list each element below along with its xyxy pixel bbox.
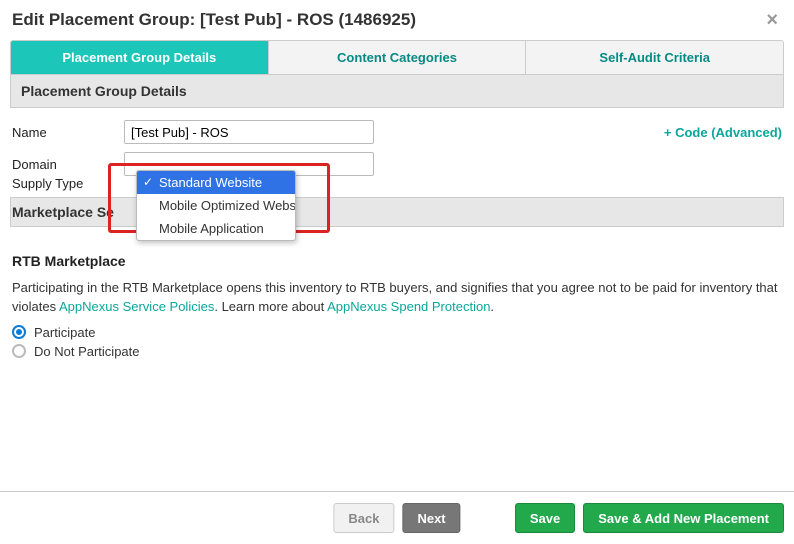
modal-title: Edit Placement Group: [Test Pub] - ROS (… — [12, 10, 416, 30]
rtb-text3: . — [490, 299, 494, 314]
domain-label: Domain — [12, 157, 124, 172]
radio-row-no-participate[interactable]: Do Not Participate — [12, 344, 782, 359]
row-name: Name + Code (Advanced) — [12, 120, 782, 144]
modal-container: Edit Placement Group: [Test Pub] - ROS (… — [0, 0, 794, 176]
footer-center-buttons: Back Next — [333, 503, 460, 533]
next-button[interactable]: Next — [402, 503, 460, 533]
code-advanced-link[interactable]: + Code (Advanced) — [664, 125, 782, 140]
dropdown-opt-mobile-optimized[interactable]: Mobile Optimized Website — [137, 194, 295, 217]
rtb-description: Participating in the RTB Marketplace ope… — [12, 279, 782, 317]
radio-no-participate[interactable] — [12, 344, 26, 358]
tab-content-categories[interactable]: Content Categories — [269, 41, 527, 74]
rtb-heading: RTB Marketplace — [12, 253, 782, 269]
radio-participate-label: Participate — [34, 325, 95, 340]
marketplace-bar — [10, 197, 784, 227]
back-button[interactable]: Back — [333, 503, 394, 533]
section-heading: Placement Group Details — [10, 75, 784, 108]
link-spend-protection[interactable]: AppNexus Spend Protection — [327, 299, 490, 314]
radio-row-participate[interactable]: Participate — [12, 325, 782, 340]
footer: Back Next Save Save & Add New Placement — [0, 492, 794, 544]
save-add-button[interactable]: Save & Add New Placement — [583, 503, 784, 533]
rtb-text2: . Learn more about — [214, 299, 327, 314]
supply-type-dropdown[interactable]: Standard Website Mobile Optimized Websit… — [136, 170, 296, 241]
name-input[interactable] — [124, 120, 374, 144]
dropdown-opt-mobile-application[interactable]: Mobile Application — [137, 217, 295, 240]
dropdown-opt-standard-website[interactable]: Standard Website — [137, 171, 295, 194]
supply-type-label: Supply Type — [12, 176, 83, 191]
save-button[interactable]: Save — [515, 503, 575, 533]
rtb-section: RTB Marketplace Participating in the RTB… — [10, 235, 784, 363]
link-service-policies[interactable]: AppNexus Service Policies — [59, 299, 214, 314]
marketplace-heading: Marketplace Se — [12, 204, 114, 220]
name-label: Name — [12, 125, 124, 140]
radio-no-participate-label: Do Not Participate — [34, 344, 140, 359]
tab-bar: Placement Group Details Content Categori… — [10, 40, 784, 75]
row-domain: Domain — [12, 152, 782, 176]
radio-participate[interactable] — [12, 325, 26, 339]
close-icon[interactable]: × — [762, 10, 782, 30]
tab-placement-details[interactable]: Placement Group Details — [11, 41, 269, 74]
tab-self-audit[interactable]: Self-Audit Criteria — [526, 41, 783, 74]
form-area: Name + Code (Advanced) Domain — [10, 108, 784, 176]
modal-header: Edit Placement Group: [Test Pub] - ROS (… — [10, 6, 784, 40]
